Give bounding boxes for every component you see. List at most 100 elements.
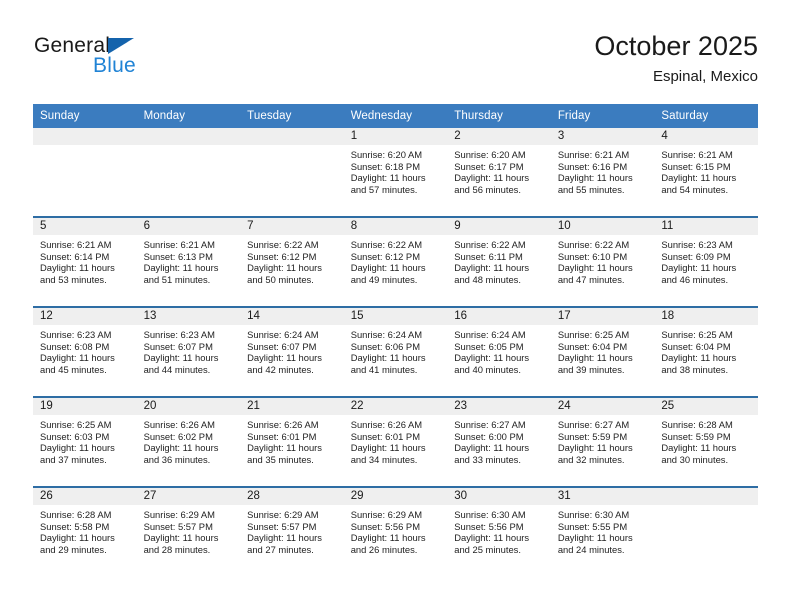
calendar-week-row: 26 Sunrise: 6:28 AM Sunset: 5:58 PM Dayligh… [33,486,758,576]
daylight-line-2: and 55 minutes. [557,184,625,196]
sunrise-time: Sunrise: 6:21 AM [557,149,630,160]
daylight-line-1: Daylight: 11 hours [454,442,530,454]
day-details: Sunrise: 6:30 AM Sunset: 5:55 PM Daylight:… [551,505,655,556]
calendar-day-cell[interactable]: 9 Sunrise: 6:22 AM Sunset: 6:11 PM Daylight… [447,216,551,307]
calendar-day-cell[interactable]: 20 Sunrise: 6:26 AM Sunset: 6:02 PM Dayligh… [136,396,241,487]
sunrise-time: Sunrise: 6:29 AM [247,509,319,520]
calendar-cell-inner [240,128,344,216]
day-details: Sunrise: 6:23 AM Sunset: 6:08 PM Daylight:… [33,325,137,376]
calendar-day-cell[interactable]: 19 Sunrise: 6:25 AM Sunset: 6:03 PM Dayligh… [33,396,137,487]
calendar-day-cell[interactable]: 28 Sunrise: 6:29 AM Sunset: 5:57 PM Dayligh… [240,486,344,576]
day-details: Sunrise: 6:20 AM Sunset: 6:17 PM Daylight:… [447,145,551,196]
daylight-line-1: Daylight: 11 hours [350,262,426,274]
day-number [136,128,241,145]
daylight-line-1: Daylight: 11 hours [40,262,115,274]
daylight-line-2: and 50 minutes. [247,274,314,286]
daylight-line-2: and 38 minutes. [661,364,729,376]
day-number: 30 [447,488,551,505]
calendar-day-cell[interactable]: 27 Sunrise: 6:29 AM Sunset: 5:57 PM Dayligh… [136,486,241,576]
daylight-line-1: Daylight: 11 hours [247,442,322,454]
sunset-time: Sunset: 6:07 PM [247,340,317,352]
sunset-time: Sunset: 6:16 PM [557,160,628,172]
calendar-day-cell[interactable]: 8 Sunrise: 6:22 AM Sunset: 6:12 PM Daylight… [343,216,448,307]
sunrise-time: Sunrise: 6:25 AM [40,419,112,430]
calendar-cell-inner [136,128,241,216]
calendar-day-cell[interactable]: 1 Sunrise: 6:20 AM Sunset: 6:18 PM Daylight… [343,128,448,217]
daylight-line-2: and 33 minutes. [454,454,521,466]
day-number: 28 [240,488,344,505]
sunset-time: Sunset: 6:04 PM [661,340,731,352]
day-details: Sunrise: 6:30 AM Sunset: 5:56 PM Daylight:… [447,505,551,556]
day-details: Sunrise: 6:29 AM Sunset: 5:56 PM Daylight:… [344,505,448,556]
sunset-time: Sunset: 6:14 PM [40,250,110,262]
calendar-cell-inner: 24 Sunrise: 6:27 AM Sunset: 5:59 PM Dayligh… [550,398,655,486]
day-number [33,128,137,145]
calendar-grid: Sunday Monday Tuesday Wednesday Thursday… [33,104,758,576]
calendar-week-row: 12 Sunrise: 6:23 AM Sunset: 6:08 PM Dayligh… [33,306,758,397]
calendar-day-cell[interactable]: 15 Sunrise: 6:24 AM Sunset: 6:06 PM Dayligh… [343,306,448,397]
sunrise-time: Sunrise: 6:22 AM [454,239,526,250]
day-details: Sunrise: 6:25 AM Sunset: 6:04 PM Daylight:… [654,325,758,376]
daylight-line-1: Daylight: 11 hours [454,532,530,544]
calendar-day-cell[interactable]: 17 Sunrise: 6:25 AM Sunset: 6:04 PM Dayligh… [550,306,655,397]
sunrise-time: Sunrise: 6:28 AM [40,509,112,520]
calendar-day-cell[interactable]: 29 Sunrise: 6:29 AM Sunset: 5:56 PM Dayligh… [343,486,448,576]
calendar-day-cell[interactable]: 31 Sunrise: 6:30 AM Sunset: 5:55 PM Dayligh… [550,486,655,576]
sunrise-time: Sunrise: 6:30 AM [557,509,630,520]
day-number: 23 [447,398,551,415]
sunset-time: Sunset: 6:17 PM [454,160,524,172]
daylight-line-2: and 47 minutes. [557,274,625,286]
daylight-line-2: and 40 minutes. [454,364,521,376]
calendar-day-cell[interactable]: 24 Sunrise: 6:27 AM Sunset: 5:59 PM Dayligh… [550,396,655,487]
daylight-line-2: and 25 minutes. [454,544,521,556]
calendar-day-cell[interactable]: 23 Sunrise: 6:27 AM Sunset: 6:00 PM Dayligh… [447,396,551,487]
calendar-day-cell[interactable]: 7 Sunrise: 6:22 AM Sunset: 6:12 PM Daylight… [240,216,344,307]
daylight-line-1: Daylight: 11 hours [40,532,115,544]
calendar-day-cell[interactable]: 5 Sunrise: 6:21 AM Sunset: 6:14 PM Daylight… [33,216,137,307]
calendar-day-cell[interactable]: 3 Sunrise: 6:21 AM Sunset: 6:16 PM Daylight… [550,128,655,217]
calendar-day-cell[interactable]: 22 Sunrise: 6:26 AM Sunset: 6:01 PM Dayligh… [343,396,448,487]
day-number: 7 [240,218,344,235]
calendar-page: General Blue October 2025 Espinal, Mexic… [0,0,792,612]
calendar-day-cell[interactable]: 26 Sunrise: 6:28 AM Sunset: 5:58 PM Dayligh… [33,486,137,576]
daylight-line-2: and 37 minutes. [40,454,107,466]
daylight-line-2: and 30 minutes. [661,454,729,466]
calendar-day-cell[interactable]: 13 Sunrise: 6:23 AM Sunset: 6:07 PM Dayligh… [136,306,241,397]
calendar-day-cell[interactable]: 4 Sunrise: 6:21 AM Sunset: 6:15 PM Daylight… [654,128,758,217]
calendar-day-cell[interactable]: 21 Sunrise: 6:26 AM Sunset: 6:01 PM Dayligh… [240,396,344,487]
day-details [33,145,137,149]
sunrise-time: Sunrise: 6:23 AM [40,329,112,340]
calendar-cell-inner: 25 Sunrise: 6:28 AM Sunset: 5:59 PM Dayligh… [654,398,758,486]
page-title: October 2025 [594,31,758,61]
calendar-day-cell[interactable]: 25 Sunrise: 6:28 AM Sunset: 5:59 PM Dayligh… [654,396,758,487]
daylight-line-1: Daylight: 11 hours [143,352,219,364]
calendar-cell-inner: 1 Sunrise: 6:20 AM Sunset: 6:18 PM Daylight… [343,128,448,216]
general-blue-logo[interactable]: General Blue [34,34,234,90]
daylight-line-2: and 42 minutes. [247,364,314,376]
calendar-day-cell[interactable]: 16 Sunrise: 6:24 AM Sunset: 6:05 PM Dayligh… [447,306,551,397]
sunrise-time: Sunrise: 6:21 AM [661,149,733,160]
calendar-day-cell[interactable]: 6 Sunrise: 6:21 AM Sunset: 6:13 PM Daylight… [136,216,241,307]
calendar-day-cell[interactable]: 30 Sunrise: 6:30 AM Sunset: 5:56 PM Dayligh… [447,486,551,576]
calendar-day-cell[interactable]: 18 Sunrise: 6:25 AM Sunset: 6:04 PM Dayligh… [654,306,758,397]
day-number: 18 [654,308,758,325]
calendar-day-cell[interactable]: 12 Sunrise: 6:23 AM Sunset: 6:08 PM Dayligh… [33,306,137,397]
calendar-day-cell[interactable]: 14 Sunrise: 6:24 AM Sunset: 6:07 PM Dayligh… [240,306,344,397]
calendar-week-row: 19 Sunrise: 6:25 AM Sunset: 6:03 PM Dayligh… [33,396,758,487]
sunset-time: Sunset: 5:55 PM [557,520,628,532]
weekday-header-friday: Friday [550,104,655,128]
sunrise-time: Sunrise: 6:20 AM [350,149,423,160]
calendar-day-cell[interactable]: 2 Sunrise: 6:20 AM Sunset: 6:17 PM Daylight… [447,128,551,217]
sunrise-time: Sunrise: 6:26 AM [247,419,319,430]
daylight-line-1: Daylight: 11 hours [143,262,219,274]
daylight-line-2: and 45 minutes. [40,364,107,376]
sunrise-time: Sunrise: 6:21 AM [143,239,215,250]
sunrise-time: Sunrise: 6:24 AM [350,329,423,340]
calendar-day-cell[interactable]: 11 Sunrise: 6:23 AM Sunset: 6:09 PM Dayligh… [654,216,758,307]
sunset-time: Sunset: 6:04 PM [557,340,628,352]
calendar-day-cell[interactable]: 10 Sunrise: 6:22 AM Sunset: 6:10 PM Dayligh… [550,216,655,307]
calendar-cell-inner: 30 Sunrise: 6:30 AM Sunset: 5:56 PM Dayligh… [447,488,551,576]
weekday-header-thursday: Thursday [447,104,551,128]
sunset-time: Sunset: 6:00 PM [454,430,524,442]
calendar-cell-inner: 18 Sunrise: 6:25 AM Sunset: 6:04 PM Dayligh… [654,308,758,396]
